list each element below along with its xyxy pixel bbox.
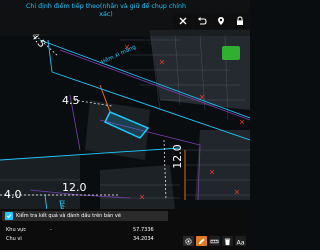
close-icon	[179, 17, 187, 25]
text-size-icon: Aa	[236, 239, 244, 245]
layer-badge[interactable]	[222, 46, 240, 60]
draw-button[interactable]	[196, 236, 207, 246]
dimension-label-3: 12.0	[170, 144, 184, 169]
close-button[interactable]	[174, 13, 192, 29]
trash-icon	[224, 238, 231, 245]
dimension-label-2: 4.5	[62, 94, 80, 107]
dimension-label-5: 12.0	[62, 181, 87, 194]
pin-button[interactable]	[212, 13, 230, 29]
area-label: Khu vực	[6, 227, 27, 233]
pin-icon	[218, 17, 224, 25]
perimeter-value: 34.2034	[133, 236, 154, 242]
delete-button[interactable]	[222, 236, 233, 246]
lock-button[interactable]	[231, 13, 249, 29]
app-screen: 4.5 4.5 12.0 4.0 12.0 Hẻm xi măng Hẻm xi…	[0, 0, 250, 250]
check-icon	[5, 212, 13, 220]
svg-text:Aa: Aa	[236, 239, 244, 245]
undo-icon	[198, 17, 207, 25]
ruler-button[interactable]	[209, 236, 220, 246]
instruction-text: Chỉ định điểm tiếp theo(nhấn và giữ để c…	[25, 3, 187, 18]
status-text: Kiểm tra kết quả và đánh dấu trên bản vẽ	[16, 213, 121, 219]
text-button[interactable]: Aa	[235, 236, 246, 246]
undo-button[interactable]	[193, 13, 211, 29]
area-value: 57.7336	[133, 227, 154, 233]
dimension-label-4: 4.0	[4, 188, 22, 201]
pencil-icon	[198, 237, 205, 244]
ruler-icon	[210, 239, 219, 243]
status-bar: Kiểm tra kết quả và đánh dấu trên bản vẽ	[2, 211, 168, 221]
perimeter-label: Chu vi	[6, 236, 22, 242]
area-dash: -	[50, 227, 52, 233]
gear-icon	[185, 237, 192, 245]
lock-icon	[237, 16, 243, 25]
settings-button[interactable]	[183, 236, 194, 246]
